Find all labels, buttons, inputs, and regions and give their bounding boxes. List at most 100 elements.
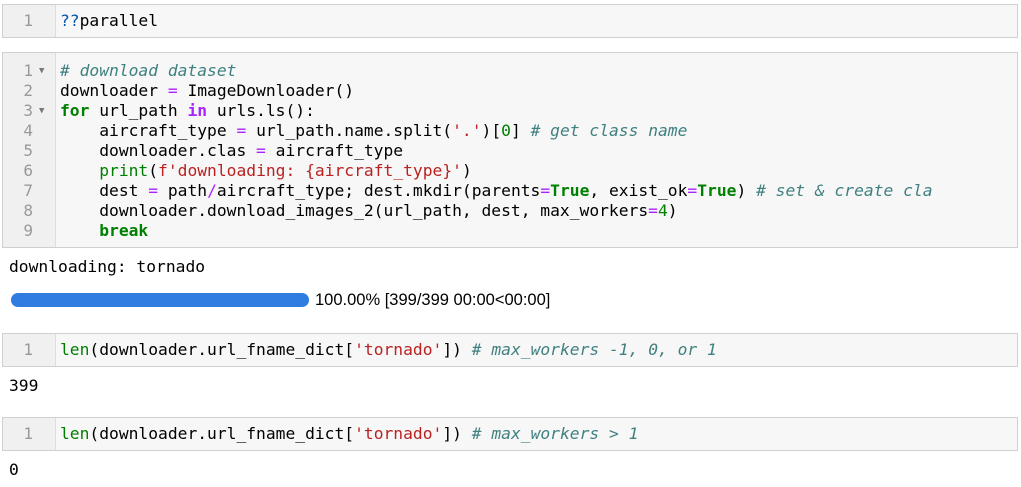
code-token: break (99, 221, 149, 240)
code-token: = (236, 121, 247, 140)
code-token: for (60, 101, 90, 120)
line-number: 5 (23, 141, 33, 160)
code-text: ??parallel (60, 11, 158, 31)
code-text: for url_path in urls.ls(): (60, 101, 315, 121)
code-token: # set & create cla (756, 181, 933, 200)
code-text: # download dataset (60, 61, 236, 81)
code-text: downloader = ImageDownloader() (60, 81, 354, 101)
code-token: 0 (501, 121, 511, 140)
code-cell-3[interactable]: 1 len(downloader.url_fname_dict['tornado'… (2, 333, 1018, 367)
code-token: = (148, 181, 159, 200)
code-token: = (687, 181, 698, 200)
output-result-4: 0 (9, 460, 19, 479)
code-text: downloader.clas = aircraft_type (60, 141, 403, 161)
code-token: )[ (481, 121, 502, 140)
code-token: len (60, 340, 90, 359)
code-token: aircraft_type (265, 141, 404, 160)
code-token: = (648, 201, 658, 220)
output-download-message: downloading: tornado (9, 257, 206, 276)
code-token: downloader.download_images_2(url_path, d… (60, 201, 649, 220)
code-token: 'tornado' (354, 340, 443, 359)
fold-arrow-icon[interactable]: ▼ (39, 61, 44, 81)
code-token: ]) (442, 340, 472, 359)
line-number: 3 (23, 101, 33, 120)
code-line[interactable]: 1 ▼ # download dataset (3, 61, 1017, 81)
code-token: True (697, 181, 737, 200)
code-token: downloader (60, 81, 168, 100)
code-line[interactable]: 8 downloader.download_images_2(url_path,… (3, 201, 1017, 221)
code-line[interactable]: 9 break (3, 221, 1017, 241)
progress-fill (11, 293, 309, 307)
code-text: print(f'downloading: {aircraft_type}') (60, 161, 472, 181)
code-token: # max_workers > 1 (471, 424, 639, 443)
code-cell-1[interactable]: 1 ??parallel (2, 4, 1018, 38)
code-token: url_path.name.split( (246, 121, 453, 140)
code-token: ' (452, 161, 462, 180)
code-text: aircraft_type = url_path.name.split('.')… (60, 121, 687, 141)
code-token: ]) (442, 424, 472, 443)
code-token: / (207, 181, 217, 200)
code-token: = (167, 81, 178, 100)
code-line[interactable]: 4 aircraft_type = url_path.name.split('.… (3, 121, 1017, 141)
progress-text: 100.00% [399/399 00:00<00:00] (315, 291, 551, 309)
code-line[interactable]: 3 ▼ for url_path in urls.ls(): (3, 101, 1017, 121)
code-cell-2[interactable]: 1 ▼ # download dataset 2 downloader = ImageD… (2, 52, 1018, 248)
code-token: 'tornado' (354, 424, 443, 443)
code-line[interactable]: 5 downloader.clas = aircraft_type (3, 141, 1017, 161)
code-line[interactable]: 2 downloader = ImageDownloader() (3, 81, 1017, 101)
code-token: (downloader.url_fname_dict[ (89, 340, 355, 359)
code-token: in (187, 101, 208, 120)
code-token: url_path (89, 101, 188, 120)
line-number: 1 (23, 340, 33, 359)
code-line[interactable]: 6 print(f'downloading: {aircraft_type}') (3, 161, 1017, 181)
code-token: (downloader.url_fname_dict[ (89, 424, 355, 443)
line-number: 6 (23, 161, 33, 180)
code-text: dest = path/aircraft_type; dest.mkdir(pa… (60, 181, 933, 201)
code-token: ImageDownloader() (177, 81, 355, 100)
code-token: ) (736, 181, 757, 200)
code-token: ?? (60, 11, 80, 30)
code-line[interactable]: 7 dest = path/aircraft_type; dest.mkdir(… (3, 181, 1017, 201)
code-line[interactable]: 1 len(downloader.url_fname_dict['tornado'… (3, 424, 1017, 444)
code-token: ) (461, 161, 472, 180)
code-text: break (60, 221, 148, 241)
code-token: , exist_ok (589, 181, 688, 200)
code-token: ) (667, 201, 678, 220)
line-number: 1 (23, 11, 33, 30)
code-token: # download dataset (60, 61, 237, 80)
code-token: ] (510, 121, 531, 140)
line-number: 7 (23, 181, 33, 200)
code-token: dest (60, 181, 149, 200)
progress-bar (11, 293, 309, 307)
line-number: 1 (23, 424, 33, 443)
code-token: = (540, 181, 551, 200)
code-token: '.' (452, 121, 482, 140)
line-number: 2 (23, 81, 33, 100)
code-token: downloader.clas (60, 141, 257, 160)
code-token: {aircraft_type} (305, 161, 453, 180)
code-text: len(downloader.url_fname_dict['tornado']… (60, 424, 638, 444)
code-line[interactable]: 1 len(downloader.url_fname_dict['tornado'… (3, 340, 1017, 360)
code-token: path (158, 181, 208, 200)
line-number: 9 (23, 221, 33, 240)
code-token: len (60, 424, 90, 443)
code-token: aircraft_type; dest.mkdir(parents (216, 181, 541, 200)
code-line[interactable]: 1 ??parallel (3, 11, 1017, 31)
code-token: # get class name (530, 121, 688, 140)
code-cell-4[interactable]: 1 len(downloader.url_fname_dict['tornado'… (2, 417, 1018, 451)
code-token: urls.ls(): (207, 101, 315, 120)
line-number: 8 (23, 201, 33, 220)
code-text: len(downloader.url_fname_dict['tornado']… (60, 340, 717, 360)
fold-arrow-icon[interactable]: ▼ (39, 101, 44, 121)
code-token: # max_workers -1, 0, or 1 (471, 340, 717, 359)
code-token: print (99, 161, 149, 180)
line-number: 1 (23, 61, 33, 80)
code-token: aircraft_type (60, 121, 237, 140)
code-token: f'downloading: (158, 161, 306, 180)
code-token: 4 (657, 201, 668, 220)
code-text: downloader.download_images_2(url_path, d… (60, 201, 678, 221)
code-token: ( (148, 161, 159, 180)
output-result-3: 399 (9, 376, 39, 395)
